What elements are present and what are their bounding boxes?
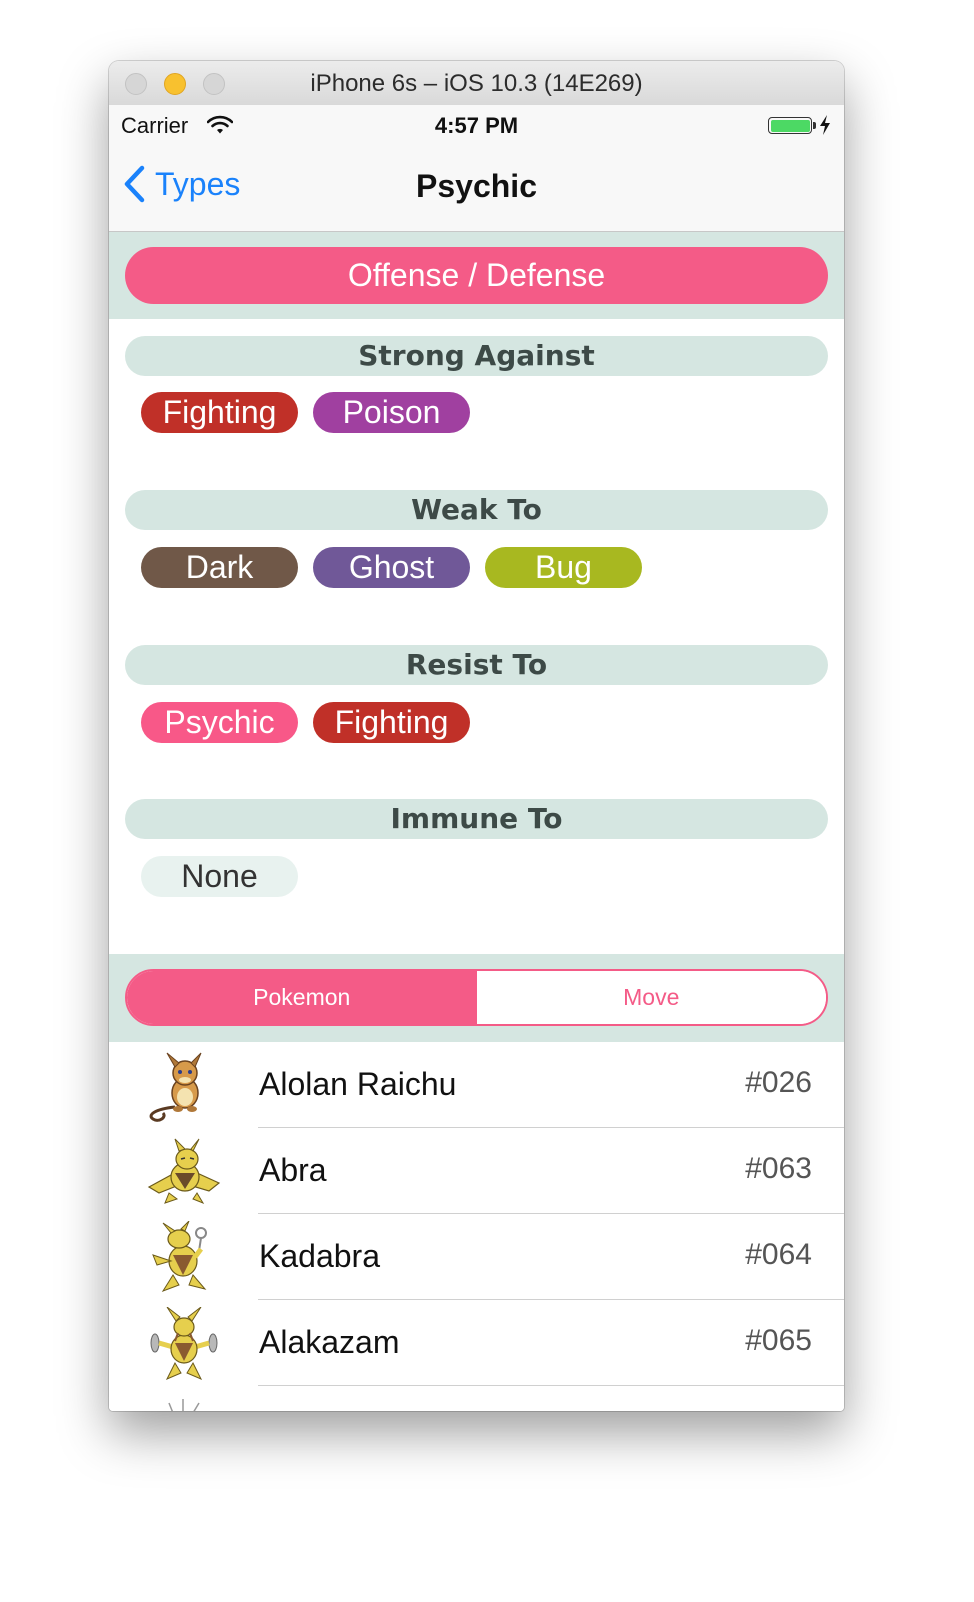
type-pill-fighting[interactable]: Fighting <box>141 392 298 433</box>
segment-move[interactable]: Move <box>476 971 826 1024</box>
type-pill-none: None <box>141 856 298 897</box>
battery-icon <box>768 117 812 134</box>
pokemon-number: #064 <box>745 1238 812 1271</box>
pokemon-number: #026 <box>745 1066 812 1099</box>
pokemon-name: Alakazam <box>259 1324 400 1360</box>
list-item[interactable]: Abra #063 <box>109 1128 844 1214</box>
pokemon-name: Alolan Raichu <box>259 1066 457 1102</box>
phone-screen: Carrier 4:57 PM Types Psychic Offense / … <box>109 105 844 1411</box>
pokemon-number: #063 <box>745 1152 812 1185</box>
alakazam-sprite <box>150 1307 218 1380</box>
simulator-window: iPhone 6s – iOS 10.3 (14E269) Carrier 4:… <box>109 61 844 1411</box>
segment-pokemon[interactable]: Pokemon <box>127 971 477 1024</box>
battery-tip <box>813 122 816 129</box>
navigation-bar: Types Psychic <box>109 145 844 232</box>
type-pill-dark[interactable]: Dark <box>141 547 298 588</box>
weak-to-header: Weak To <box>125 490 828 530</box>
resist-to-header: Resist To <box>125 645 828 685</box>
list-item[interactable]: Kadabra #064 <box>109 1214 844 1300</box>
segment-band: Pokemon Move <box>109 954 844 1042</box>
list-item-partial[interactable] <box>109 1386 844 1411</box>
offense-defense-button[interactable]: Offense / Defense <box>125 247 828 304</box>
charging-bolt-icon <box>820 115 830 135</box>
type-pill-bug[interactable]: Bug <box>485 547 642 588</box>
type-pill-poison[interactable]: Poison <box>313 392 470 433</box>
window-title: iPhone 6s – iOS 10.3 (14E269) <box>310 70 643 97</box>
alolan-raichu-sprite <box>149 1052 202 1122</box>
pokemon-name: Abra <box>259 1152 327 1188</box>
immune-to-header: Immune To <box>125 799 828 839</box>
type-pill-ghost[interactable]: Ghost <box>313 547 470 588</box>
pokemon-number: #065 <box>745 1324 812 1357</box>
status-time: 4:57 PM <box>434 113 519 138</box>
window-titlebar: iPhone 6s – iOS 10.3 (14E269) <box>109 61 844 106</box>
type-pill-psychic[interactable]: Psychic <box>141 702 298 743</box>
strong-against-header: Strong Against <box>125 336 828 376</box>
status-bar: Carrier 4:57 PM <box>109 105 844 145</box>
page-title: Psychic <box>416 168 537 204</box>
type-pill-fighting-resist[interactable]: Fighting <box>313 702 470 743</box>
list-item[interactable]: Alakazam #065 <box>109 1300 844 1386</box>
list-item[interactable]: Alolan Raichu #026 <box>109 1042 844 1128</box>
pokemon-sprite-partial <box>168 1399 200 1411</box>
abra-sprite <box>147 1138 221 1205</box>
pokemon-move-segmented-control: Pokemon Move <box>125 969 828 1026</box>
offense-defense-band: Offense / Defense <box>109 232 844 319</box>
kadabra-sprite <box>152 1221 207 1292</box>
pokemon-name: Kadabra <box>259 1238 380 1274</box>
